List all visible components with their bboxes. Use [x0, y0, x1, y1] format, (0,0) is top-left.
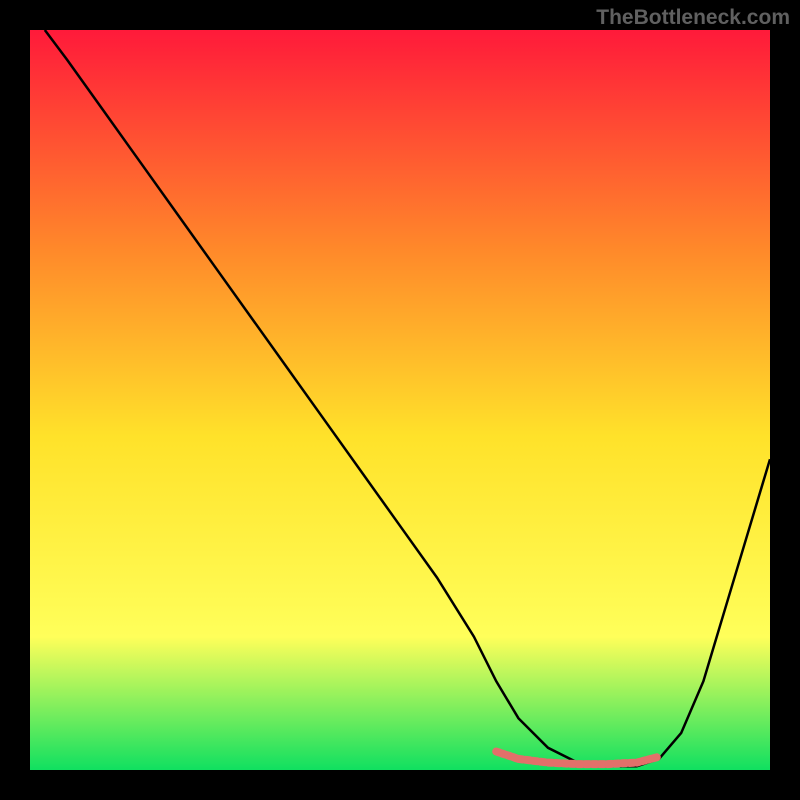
chart-container: { "watermark": "TheBottleneck.com", "col…: [0, 0, 800, 800]
watermark-text: TheBottleneck.com: [596, 6, 790, 30]
plot-area: [30, 30, 770, 770]
chart-svg: [30, 30, 770, 770]
gradient-background: [30, 30, 770, 770]
